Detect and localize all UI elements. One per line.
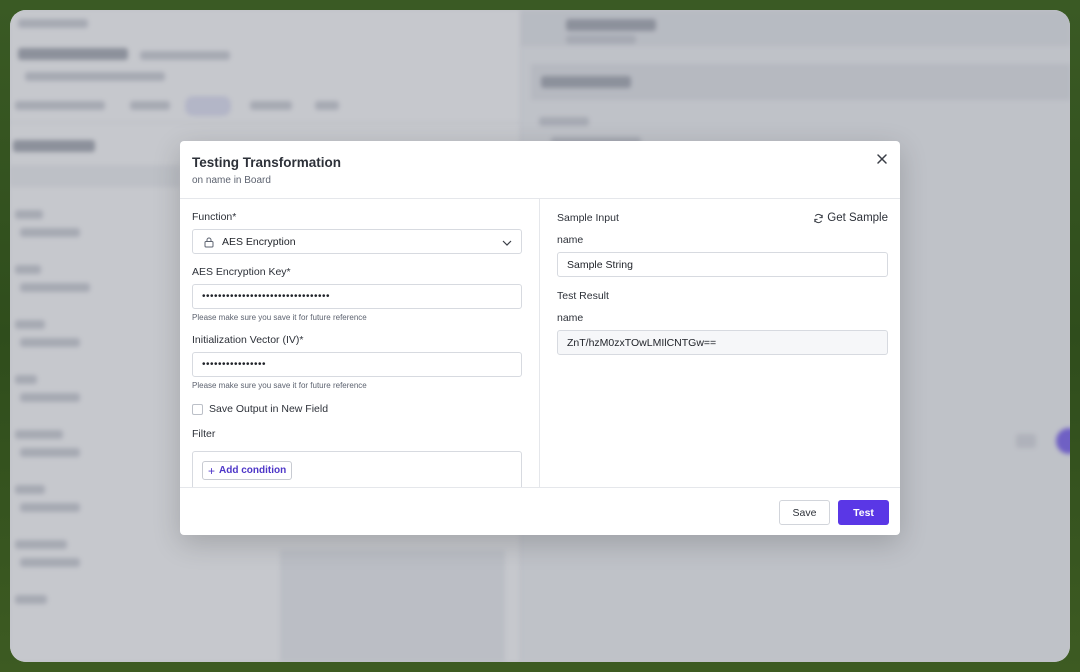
save-output-checkbox[interactable] [192, 403, 203, 415]
add-condition-button[interactable]: + Add condition [202, 461, 293, 480]
refresh-icon [814, 213, 823, 223]
test-button[interactable]: Test [838, 500, 889, 525]
input-field-name: name [557, 234, 584, 246]
transformation-config-panel: Function* AES Encryption AES Encryption … [180, 199, 540, 487]
sample-input-value: Sample String [567, 258, 633, 271]
get-sample-button[interactable]: Get Sample [813, 212, 888, 224]
result-field-name: name [557, 312, 584, 324]
save-output-option[interactable]: Save Output in New Field [192, 403, 522, 415]
filter-box: + Add condition [192, 451, 522, 487]
dialog-footer: Save Test [180, 487, 900, 535]
filter-label: Filter [192, 428, 216, 440]
dialog-title: Testing Transformation [192, 155, 342, 170]
test-result-field: ZnT/hzM0zxTOwLMIlCNTGw== [557, 330, 888, 355]
test-result-value: ZnT/hzM0zxTOwLMIlCNTGw== [567, 336, 717, 349]
aes-key-label: AES Encryption Key* [192, 266, 291, 278]
function-select-value: AES Encryption [222, 235, 296, 248]
plus-icon: + [208, 463, 216, 478]
save-button[interactable]: Save [779, 500, 830, 525]
app-window: Testing Transformation on name in Board … [10, 10, 1070, 662]
function-select[interactable]: AES Encryption [192, 229, 522, 254]
add-condition-label: Add condition [219, 465, 287, 476]
iv-label: Initialization Vector (IV)* [192, 334, 304, 346]
test-panel: Sample Input Get Sample name Sample Stri… [540, 199, 900, 487]
get-sample-label: Get Sample [827, 212, 888, 224]
sample-input-field[interactable]: Sample String [557, 252, 888, 277]
dialog-body: Function* AES Encryption AES Encryption … [180, 199, 900, 487]
lock-icon [203, 236, 215, 248]
testing-transformation-dialog: Testing Transformation on name in Board … [180, 141, 900, 535]
iv-value: •••••••••••••••• [202, 359, 267, 370]
function-label: Function* [192, 211, 237, 223]
dialog-subtitle: on name in Board [192, 175, 271, 186]
iv-input[interactable]: •••••••••••••••• [192, 352, 522, 377]
aes-key-value: •••••••••••••••••••••••••••••••• [202, 291, 331, 302]
chevron-down-icon [502, 238, 512, 246]
close-icon[interactable] [874, 151, 890, 167]
iv-hint: Please make sure you save it for future … [192, 381, 367, 390]
aes-key-hint: Please make sure you save it for future … [192, 313, 367, 322]
dialog-header: Testing Transformation on name in Board [180, 141, 900, 199]
test-result-label: Test Result [557, 290, 609, 302]
save-output-label: Save Output in New Field [209, 403, 329, 415]
aes-key-input[interactable]: •••••••••••••••••••••••••••••••• [192, 284, 522, 309]
